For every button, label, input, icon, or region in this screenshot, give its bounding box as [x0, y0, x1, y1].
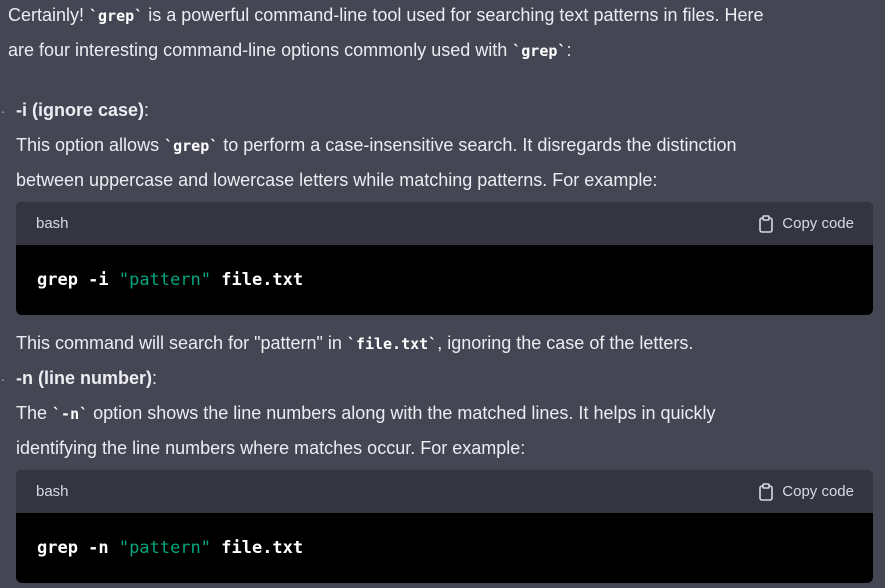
intro-line-1: Certainly! `grep` is a powerful command-…	[8, 3, 764, 28]
code-block-body: grep -n "pattern" file.txt	[16, 513, 873, 583]
inline-code: `grep`	[164, 137, 219, 155]
option-heading-suffix: :	[144, 100, 150, 120]
intro-text: is a powerful command-line tool used for…	[143, 5, 764, 25]
inline-code: `grep`	[512, 42, 567, 60]
option-heading-ignore-case: -i (ignore case):	[16, 98, 149, 122]
list-marker: .	[1, 100, 5, 116]
copy-code-button[interactable]: Copy code	[758, 214, 854, 233]
intro-text: :	[566, 40, 572, 60]
option-desc-line-2: identifying the line numbers where match…	[16, 438, 526, 458]
desc-text: option shows the line numbers along with…	[88, 403, 716, 423]
option-desc-line-2: between uppercase and lowercase letters …	[16, 170, 658, 190]
intro-text: are four interesting command-line option…	[8, 40, 513, 60]
code-command: grep -n	[37, 538, 119, 558]
code-filename: file.txt	[211, 270, 304, 290]
code-block-header: bash Copy code	[16, 470, 873, 513]
code-block: bash Copy code grep -i "pattern" file.tx…	[16, 202, 873, 315]
code-string: "pattern"	[118, 270, 212, 290]
desc-text: This option allows	[16, 135, 165, 155]
clipboard-icon	[759, 482, 774, 501]
code-block-body: grep -i "pattern" file.txt	[16, 245, 873, 315]
after-text: This command will search for "pattern" i…	[16, 333, 347, 353]
code-command: grep -i	[37, 270, 119, 290]
option-desc-line-1: The `-n` option shows the line numbers a…	[16, 401, 716, 426]
inline-code: `grep`	[89, 7, 144, 25]
option-after-text: This command will search for "pattern" i…	[16, 331, 693, 356]
code-string: "pattern"	[118, 538, 212, 558]
option-desc-line-1: This option allows `grep` to perform a c…	[16, 133, 737, 158]
code-filename: file.txt	[211, 538, 304, 558]
option-heading-line-number: -n (line number):	[16, 366, 157, 390]
clipboard-icon	[759, 214, 774, 233]
desc-text: The	[16, 403, 53, 423]
option-heading-suffix: :	[152, 368, 158, 388]
inline-code: `-n`	[52, 405, 89, 423]
option-heading-text: -n (line number)	[16, 368, 152, 388]
desc-text: to perform a case-insensitive search. It…	[218, 135, 737, 155]
copy-code-label: Copy code	[782, 483, 854, 500]
after-text: , ignoring the case of the letters.	[437, 333, 694, 353]
copy-code-button[interactable]: Copy code	[758, 482, 854, 501]
code-block: bash Copy code grep -n "pattern" file.tx…	[16, 470, 873, 583]
code-language-label: bash	[36, 483, 69, 500]
intro-text: Certainly!	[8, 5, 90, 25]
intro-line-2: are four interesting command-line option…	[8, 38, 571, 63]
inline-code: `file.txt`	[346, 335, 438, 353]
copy-code-label: Copy code	[782, 215, 854, 232]
code-block-header: bash Copy code	[16, 202, 873, 245]
option-heading-text: -i (ignore case)	[16, 100, 145, 120]
list-marker: .	[1, 368, 5, 384]
code-language-label: bash	[36, 215, 69, 232]
